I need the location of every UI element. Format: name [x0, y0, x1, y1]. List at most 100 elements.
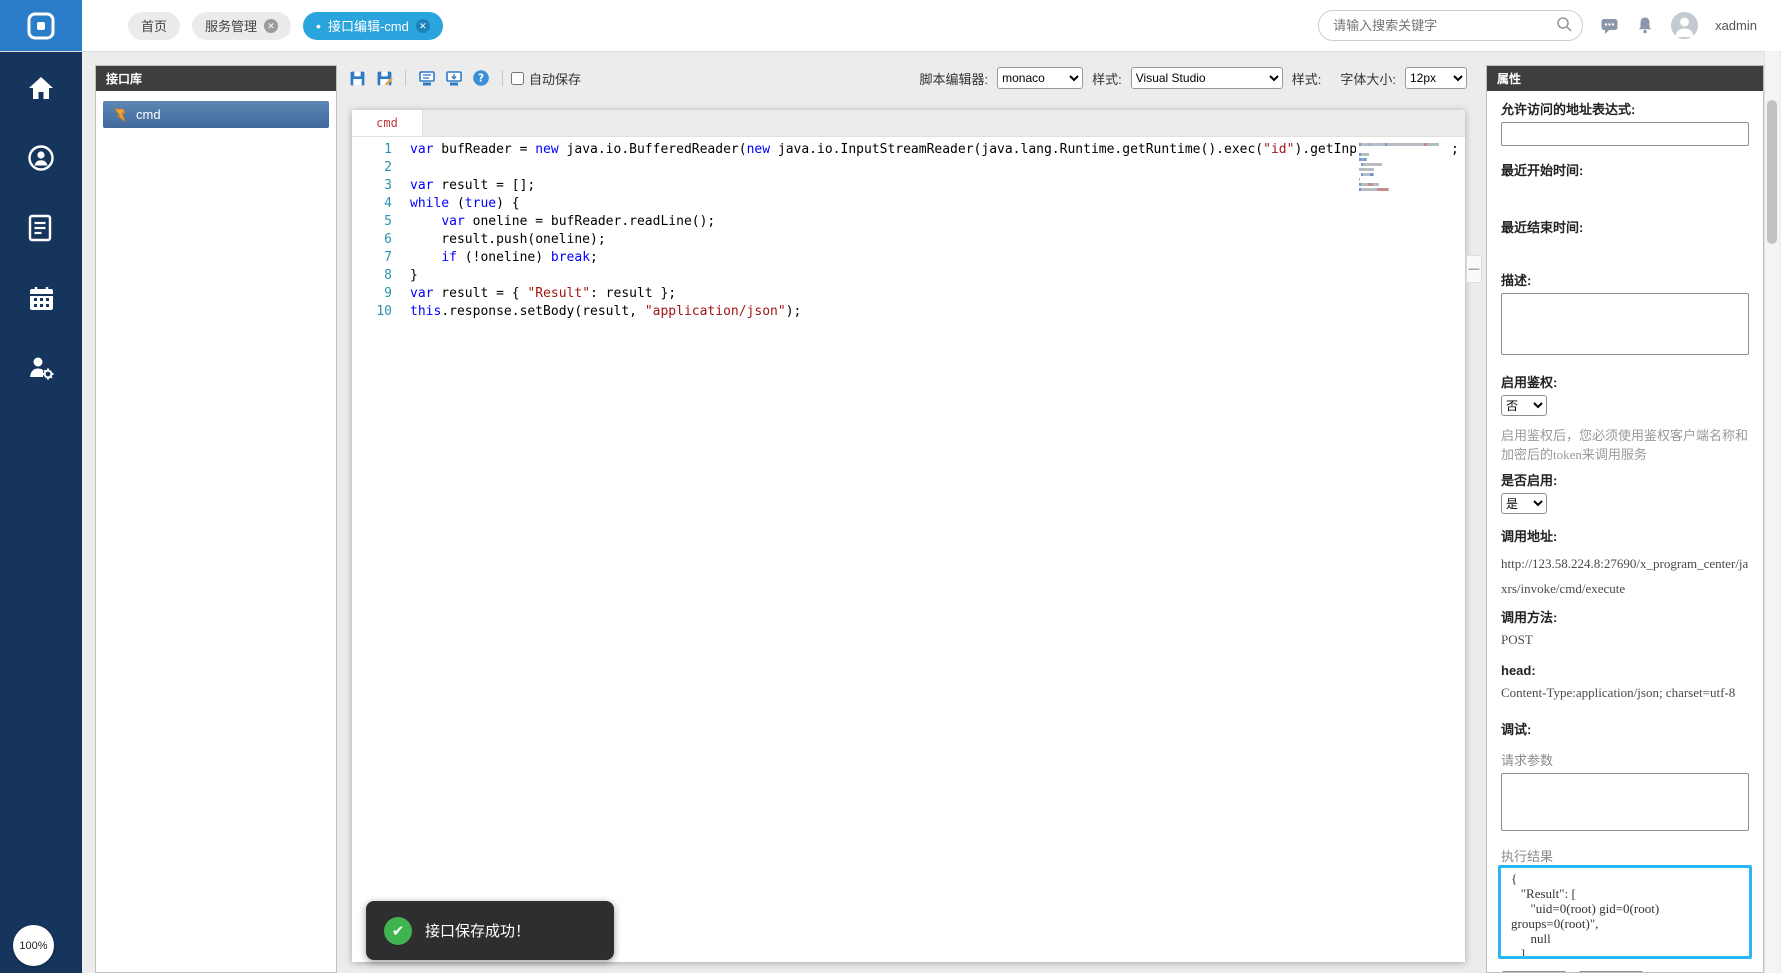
- invoke-address-label: 调用地址:: [1501, 528, 1749, 545]
- save-as-icon[interactable]: [374, 68, 394, 88]
- auth-select[interactable]: 否: [1501, 395, 1547, 416]
- code-line[interactable]: 3var result = [];: [352, 177, 1465, 195]
- autosave-checkbox[interactable]: [511, 72, 524, 85]
- style-label-2: 样式:: [1292, 69, 1322, 88]
- code-line[interactable]: 4while (true) {: [352, 195, 1465, 213]
- enabled-label: 是否启用:: [1501, 472, 1749, 489]
- list-item-cmd[interactable]: cmd: [103, 101, 329, 128]
- editor-tab-label: cmd: [376, 116, 398, 130]
- address-expression-label: 允许访问的地址表达式:: [1501, 101, 1749, 118]
- search-box: [1318, 10, 1583, 41]
- start-time-label: 最近开始时间:: [1501, 162, 1749, 179]
- tab-interface-edit-cmd[interactable]: • 接口编辑-cmd ✕: [303, 12, 443, 40]
- script-editor-label: 脚本编辑器:: [920, 69, 989, 88]
- editor-tab-bar: cmd: [352, 110, 1465, 137]
- toast-message: 接口保存成功！: [425, 920, 530, 941]
- code-line[interactable]: 7 if (!oneline) break;: [352, 249, 1465, 267]
- code-lines: 1var bufReader = new java.io.BufferedRea…: [352, 141, 1465, 321]
- library-panel-header: 接口库: [96, 66, 336, 91]
- help-icon[interactable]: ?: [471, 68, 491, 88]
- auth-help-text: 启用鉴权后，您必须使用鉴权客户端名称和加密后的token来调用服务: [1501, 426, 1749, 464]
- properties-footer: [1501, 971, 1749, 972]
- user-avatar[interactable]: [1671, 12, 1698, 39]
- execution-result-box[interactable]: { "Result": [ "uid=0(root) gid=0(root) g…: [1498, 865, 1752, 959]
- topbar-right: xadmin: [1318, 10, 1781, 41]
- minimap[interactable]: [1356, 137, 1451, 962]
- autosave-label: 自动保存: [529, 69, 581, 88]
- panel-bottom-button-1[interactable]: [1501, 971, 1567, 972]
- end-time-label: 最近结束时间:: [1501, 219, 1749, 236]
- execution-result-label: 执行结果: [1501, 848, 1749, 865]
- editor-theme-select[interactable]: Visual Studio: [1131, 67, 1283, 89]
- code-editor-card: cmd 1var bufReader = new java.io.Buffere…: [352, 110, 1465, 962]
- code-line[interactable]: 6 result.push(oneline);: [352, 231, 1465, 249]
- code-line[interactable]: 10this.response.setBody(result, "applica…: [352, 303, 1465, 321]
- request-params-textarea[interactable]: [1501, 773, 1749, 831]
- window-scrollbar[interactable]: [1764, 51, 1780, 973]
- font-size-label: 字体大小:: [1340, 69, 1396, 88]
- toolbar-separator: [405, 70, 406, 86]
- tab-interface-edit-cmd-label: 接口编辑-cmd: [328, 16, 409, 35]
- auth-label: 启用鉴权:: [1501, 374, 1749, 391]
- enabled-select[interactable]: 是: [1501, 493, 1547, 514]
- notification-bell-icon[interactable]: [1636, 16, 1654, 35]
- head-label: head:: [1501, 662, 1749, 679]
- search-input[interactable]: [1318, 10, 1583, 41]
- code-line[interactable]: 5 var oneline = bufReader.readLine();: [352, 213, 1465, 231]
- autosave-toggle[interactable]: 自动保存: [511, 69, 581, 88]
- code-line[interactable]: 8}: [352, 267, 1465, 285]
- script-editor-select[interactable]: monaco: [997, 67, 1083, 89]
- save-icon[interactable]: [347, 68, 367, 88]
- tab-service-management-label: 服务管理: [205, 16, 257, 35]
- panel-bottom-button-2[interactable]: [1578, 971, 1644, 972]
- head-value: Content-Type:application/json; charset=u…: [1501, 685, 1749, 701]
- code-line[interactable]: 2: [352, 159, 1465, 177]
- sidebar-item-contacts[interactable]: [0, 123, 82, 193]
- sidebar-item-user-settings[interactable]: [0, 333, 82, 403]
- message-icon[interactable]: [1600, 16, 1619, 35]
- debug-label: 调试:: [1501, 721, 1749, 738]
- properties-panel-header: 属性: [1487, 66, 1763, 91]
- interface-library-panel: 接口库 cmd: [95, 65, 337, 973]
- description-label: 描述:: [1501, 272, 1749, 289]
- sidebar-item-home[interactable]: [0, 53, 82, 123]
- address-expression-input[interactable]: [1501, 122, 1749, 146]
- invoke-method-label: 调用方法:: [1501, 609, 1749, 626]
- font-size-select[interactable]: 12px: [1405, 67, 1467, 89]
- export-icon[interactable]: [417, 68, 437, 88]
- app-logo-icon: [26, 11, 56, 41]
- topbar: 首页 服务管理 ✕ • 接口编辑-cmd ✕: [0, 0, 1781, 52]
- code-editor[interactable]: 1var bufReader = new java.io.BufferedRea…: [352, 137, 1465, 962]
- invoke-address-value: http://123.58.224.8:27690/x_program_cent…: [1501, 551, 1749, 601]
- username-label: xadmin: [1715, 18, 1757, 33]
- close-icon[interactable]: ✕: [416, 19, 430, 33]
- sidebar-item-calendar[interactable]: [0, 263, 82, 333]
- panel-resize-handle[interactable]: —: [1466, 255, 1482, 283]
- editor-toolbar: ? 自动保存 脚本编辑器: monaco 样式: Visual Studio 样…: [347, 63, 1467, 93]
- properties-panel: 属性 允许访问的地址表达式: 最近开始时间: 最近结束时间: 描述: 启用鉴权:…: [1486, 65, 1764, 973]
- app-logo[interactable]: [0, 0, 82, 51]
- import-icon[interactable]: [444, 68, 464, 88]
- user-gear-icon: [27, 354, 55, 382]
- zoom-level-badge[interactable]: 100%: [13, 925, 54, 966]
- list-item-label: cmd: [136, 107, 161, 122]
- sidebar-item-forms[interactable]: [0, 193, 82, 263]
- tab-service-management[interactable]: 服务管理 ✕: [192, 12, 291, 40]
- properties-panel-title: 属性: [1497, 70, 1521, 87]
- document-icon: [28, 214, 54, 242]
- invoke-method-value: POST: [1501, 632, 1749, 648]
- close-icon[interactable]: ✕: [264, 19, 278, 33]
- tab-home-label: 首页: [141, 16, 167, 35]
- search-icon[interactable]: [1556, 16, 1573, 33]
- window-scrollbar-thumb[interactable]: [1767, 100, 1777, 244]
- app-sidebar: 100%: [0, 51, 82, 973]
- description-textarea[interactable]: [1501, 293, 1749, 355]
- code-line[interactable]: 9var result = { "Result": result };: [352, 285, 1465, 303]
- modified-dot: •: [316, 19, 321, 33]
- library-panel-title: 接口库: [106, 70, 142, 87]
- tab-home[interactable]: 首页: [128, 12, 180, 40]
- request-params-label: 请求参数: [1501, 752, 1749, 769]
- code-line[interactable]: 1var bufReader = new java.io.BufferedRea…: [352, 141, 1465, 159]
- user-portrait-icon: [27, 144, 55, 172]
- editor-tab-cmd[interactable]: cmd: [352, 110, 423, 136]
